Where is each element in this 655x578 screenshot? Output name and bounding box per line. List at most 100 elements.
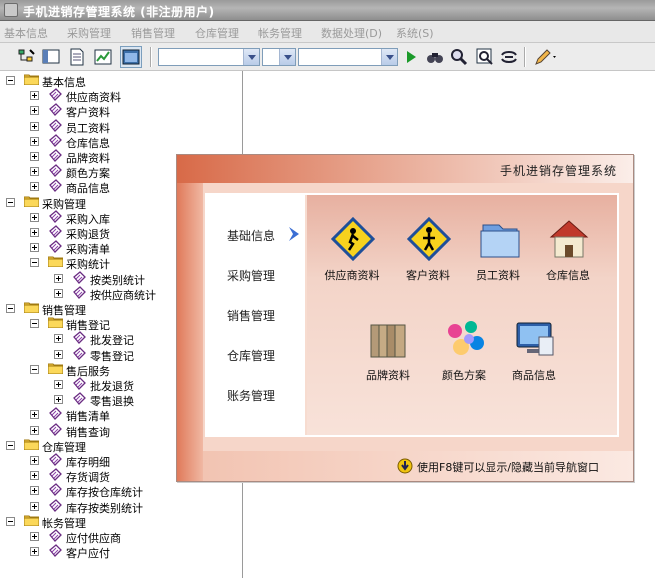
menu-system[interactable]: 系统(S) (396, 25, 434, 41)
nav-cat-warehouse[interactable]: 仓库管理 (227, 347, 275, 364)
node-icon (48, 225, 63, 239)
expand-icon[interactable] (30, 106, 39, 116)
nav-cat-accounts[interactable]: 账务管理 (227, 387, 275, 404)
tile-employee[interactable]: 员工资料 (463, 217, 533, 293)
search-button[interactable] (448, 46, 470, 68)
expand-icon[interactable] (30, 471, 39, 481)
expand-icon[interactable] (30, 182, 39, 192)
collapse-icon[interactable] (6, 440, 15, 450)
nav-footer: 使用F8键可以显示/隐藏当前导航窗口 (203, 451, 633, 481)
edit-button[interactable] (532, 46, 556, 68)
nav-cat-sales[interactable]: 销售管理 (227, 307, 275, 324)
download-icon (397, 458, 413, 474)
document-button[interactable] (66, 46, 88, 68)
employee-icon (480, 224, 520, 258)
expand-icon[interactable] (30, 136, 39, 146)
expand-icon[interactable] (54, 395, 63, 405)
expand-icon[interactable] (54, 273, 63, 283)
expand-icon[interactable] (30, 212, 39, 222)
run-button[interactable] (400, 46, 422, 68)
collapse-icon[interactable] (6, 76, 15, 85)
expand-icon[interactable] (54, 349, 63, 359)
expand-icon[interactable] (54, 380, 63, 389)
node-icon (48, 544, 63, 558)
nav-tip: 使用F8键可以显示/隐藏当前导航窗口 (417, 461, 600, 474)
menu-accounts[interactable]: 帐务管理 (258, 25, 302, 41)
collapse-icon[interactable] (6, 304, 15, 313)
menu-bar: 基本信息 采购管理 销售管理 仓库管理 帐务管理 数据处理(D) 系统(S) (0, 21, 655, 43)
collapse-icon[interactable] (30, 364, 39, 374)
tile-product[interactable]: 商品信息 (499, 317, 569, 393)
tile-brand[interactable]: 品牌资料 (353, 317, 423, 393)
house-icon (549, 220, 589, 258)
expand-icon[interactable] (30, 456, 39, 465)
combo-3[interactable] (298, 48, 398, 66)
app-icon (4, 3, 18, 17)
tree-label: 客户应付 (66, 547, 110, 561)
expand-icon[interactable] (30, 532, 39, 541)
expand-icon[interactable] (30, 243, 39, 253)
tree-item[interactable]: 应付供应商 (0, 529, 242, 545)
node-icon (72, 285, 87, 300)
tree-folder[interactable]: 帐务管理 (0, 514, 242, 530)
tree-tool-button[interactable] (16, 46, 38, 68)
tree-item[interactable]: 库存按仓库统计 (0, 483, 242, 499)
supplier-icon (331, 217, 375, 261)
nav-cat-basic[interactable]: 基础信息 (227, 227, 275, 244)
node-icon (48, 422, 63, 437)
expand-icon[interactable] (30, 228, 39, 237)
expand-icon[interactable] (54, 334, 63, 344)
chart-button[interactable] (92, 46, 114, 68)
collapse-icon[interactable] (6, 516, 15, 526)
node-icon (48, 118, 63, 133)
node-icon (48, 468, 63, 482)
nav-cat-purchase[interactable]: 采购管理 (227, 267, 275, 284)
expand-icon[interactable] (30, 121, 39, 131)
menu-basic-info[interactable]: 基本信息 (4, 25, 48, 41)
tree-item[interactable]: 仓库信息 (0, 133, 242, 150)
node-icon (48, 103, 63, 117)
collapse-icon[interactable] (30, 258, 39, 268)
tile-warehouse[interactable]: 仓库信息 (533, 217, 603, 293)
menu-purchase[interactable]: 采购管理 (67, 25, 111, 41)
collapse-icon[interactable] (6, 197, 15, 207)
link-button[interactable] (498, 46, 520, 68)
customer-icon (407, 217, 451, 261)
collapse-icon[interactable] (30, 319, 39, 329)
expand-icon[interactable] (30, 425, 39, 435)
expand-icon[interactable] (30, 486, 39, 496)
node-icon (72, 270, 87, 285)
menu-warehouse[interactable]: 仓库管理 (195, 25, 239, 41)
tile-customer[interactable]: 客户资料 (393, 217, 463, 293)
binoculars-icon (427, 53, 443, 63)
tree-item[interactable]: 员工资料 (0, 118, 242, 135)
folder-icon (23, 439, 40, 451)
expand-icon[interactable] (30, 152, 39, 161)
tree-folder[interactable]: 基本信息 (0, 73, 242, 89)
window-button[interactable] (120, 46, 142, 68)
expand-icon[interactable] (30, 167, 39, 177)
expand-icon[interactable] (30, 501, 39, 511)
expand-icon[interactable] (30, 547, 39, 557)
menu-data[interactable]: 数据处理(D) (321, 25, 382, 41)
find-button[interactable] (424, 46, 446, 68)
tree-item[interactable]: 客户应付 (0, 544, 242, 561)
tree-item[interactable]: 供应商资料 (0, 88, 242, 104)
tile-color[interactable]: 颜色方案 (429, 317, 499, 393)
combo-1[interactable] (158, 48, 260, 66)
combo-2[interactable] (262, 48, 296, 66)
chevron-down-icon (279, 49, 295, 65)
tree-item[interactable]: 客户资料 (0, 103, 242, 119)
document-icon (70, 48, 84, 66)
tile-supplier[interactable]: 供应商资料 (317, 217, 387, 293)
zoom-button[interactable] (474, 46, 496, 68)
expand-icon[interactable] (30, 410, 39, 420)
menu-sales[interactable]: 销售管理 (131, 25, 175, 41)
view-button[interactable] (40, 46, 62, 68)
panel-icon (42, 49, 60, 64)
expand-icon[interactable] (54, 288, 63, 298)
tree-item[interactable]: 库存按类别统计 (0, 498, 242, 515)
node-icon (48, 240, 63, 254)
expand-icon[interactable] (30, 91, 39, 101)
folder-icon (23, 515, 40, 527)
